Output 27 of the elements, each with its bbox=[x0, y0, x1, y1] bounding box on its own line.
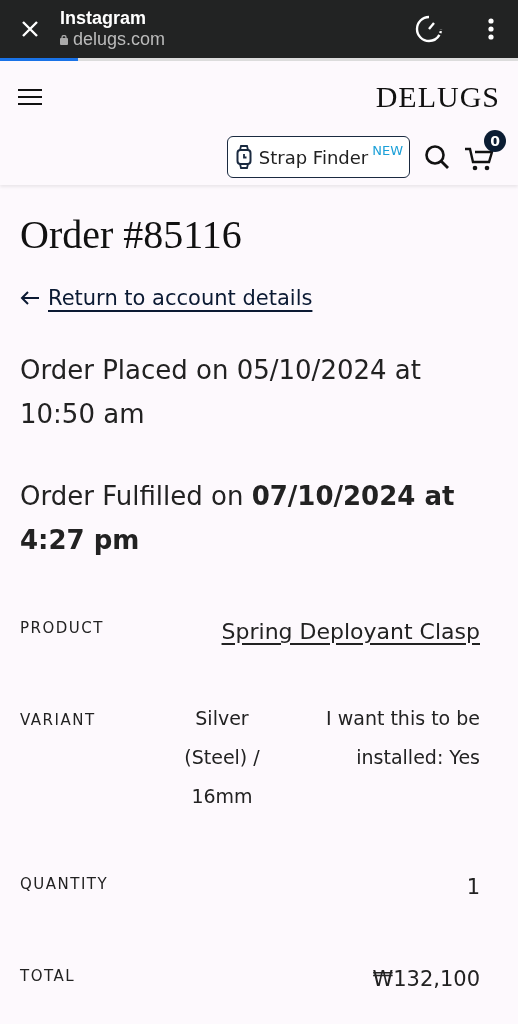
field-label: VARIANT bbox=[20, 710, 96, 729]
order-placed-text: Order Placed on 05/10/2024 at 10:50 am bbox=[20, 354, 422, 431]
field-label: TOTAL bbox=[20, 966, 76, 985]
page-title: Instagram bbox=[60, 8, 148, 29]
field-label: QUANTITY bbox=[20, 874, 109, 893]
watch-icon bbox=[235, 145, 252, 169]
field-value: 1 bbox=[466, 875, 480, 899]
logo[interactable]: DELUGS bbox=[375, 80, 500, 114]
back-arrow-icon bbox=[20, 291, 40, 305]
variant-value: Silver (Steel) / 16mm bbox=[183, 706, 261, 809]
more-icon[interactable] bbox=[488, 17, 494, 41]
menu-icon[interactable] bbox=[18, 88, 42, 106]
field-label: PRODUCT bbox=[20, 618, 104, 637]
gauge-icon[interactable] bbox=[414, 14, 444, 44]
lock-icon bbox=[60, 34, 68, 45]
order-title: Order #85116 bbox=[20, 211, 243, 258]
new-label: NEW bbox=[372, 143, 403, 158]
product-link[interactable]: Spring Deployant Clasp bbox=[221, 619, 480, 644]
variant-value: I want this to be installed: Yes bbox=[325, 706, 480, 770]
cart-count-badge: 0 bbox=[484, 130, 506, 152]
close-icon[interactable] bbox=[20, 19, 40, 39]
field-value: ₩132,100 bbox=[372, 967, 480, 991]
return-link[interactable]: Return to account details bbox=[48, 286, 313, 310]
search-icon[interactable] bbox=[424, 144, 450, 170]
strap-finder-button[interactable]: Strap Finder $^{NEW}$ bbox=[226, 136, 410, 178]
order-fulfilled-text: Order Fulfilled on 07/10/2024 at 4:27 pm bbox=[20, 480, 456, 557]
page-url: delugs.com bbox=[73, 29, 166, 50]
